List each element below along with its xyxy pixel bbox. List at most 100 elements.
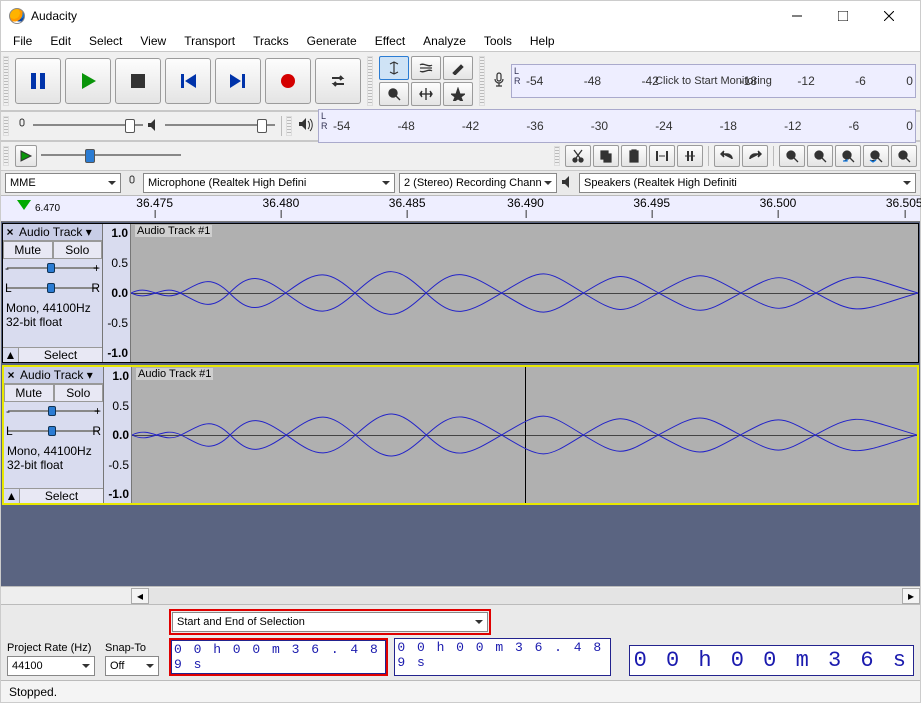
menu-tracks[interactable]: Tracks <box>245 32 297 50</box>
solo-button[interactable]: Solo <box>54 384 104 402</box>
selection-toolbar: Project Rate (Hz) 44100 Snap-To Off Star… <box>1 604 920 680</box>
zoom-toggle-button[interactable] <box>891 145 917 167</box>
ruler-tick: 36.490 <box>507 196 544 210</box>
scroll-right-button[interactable]: ▸ <box>902 588 920 604</box>
undo-toolbar <box>711 142 771 170</box>
toolbar-grip[interactable] <box>367 56 373 106</box>
track-close-button[interactable]: × <box>3 225 17 239</box>
audio-host-combo[interactable]: MME <box>5 173 121 193</box>
zoom-in-button[interactable] <box>779 145 805 167</box>
record-meter-block: LR -54-48-42-18-12-60 Click to Start Mon… <box>487 52 920 110</box>
scroll-left-button[interactable]: ◂ <box>131 588 149 604</box>
solo-button[interactable]: Solo <box>53 241 103 259</box>
horizontal-scrollbar[interactable]: ◂ ▸ <box>1 586 920 604</box>
close-button[interactable] <box>866 1 912 31</box>
pan-slider[interactable] <box>7 282 98 296</box>
playback-device-combo[interactable]: Speakers (Realtek High Definiti <box>579 173 916 193</box>
mic-icon[interactable] <box>491 72 507 91</box>
menu-tools[interactable]: Tools <box>476 32 520 50</box>
toolbar-grip[interactable] <box>3 56 9 106</box>
skip-start-button[interactable] <box>165 58 211 104</box>
loop-button[interactable] <box>315 58 361 104</box>
play-at-speed-button[interactable] <box>15 145 37 167</box>
menu-select[interactable]: Select <box>81 32 130 50</box>
toolbar-grip[interactable] <box>3 146 9 166</box>
cut-button[interactable] <box>565 145 591 167</box>
playback-volume-slider[interactable] <box>165 117 275 135</box>
waveform-display[interactable]: Audio Track #1 <box>132 367 917 503</box>
mute-button[interactable]: Mute <box>3 241 53 259</box>
play-button[interactable] <box>65 58 111 104</box>
playhead-icon[interactable] <box>17 200 31 217</box>
record-meter[interactable]: LR -54-48-42-18-12-60 Click to Start Mon… <box>511 64 916 98</box>
status-text: Stopped. <box>9 685 57 699</box>
playback-meter[interactable]: LR -54-48-42-36-30-24-18-12-60 <box>318 109 916 143</box>
multi-tool-button[interactable] <box>443 82 473 106</box>
ruler-tick: 36.475 <box>136 196 173 210</box>
toolbar-grip[interactable] <box>3 116 9 136</box>
menu-effect[interactable]: Effect <box>367 32 413 50</box>
menu-edit[interactable]: Edit <box>42 32 79 50</box>
envelope-tool-button[interactable] <box>411 56 441 80</box>
snap-to-combo[interactable]: Off <box>105 656 159 676</box>
record-channels-combo[interactable]: 2 (Stereo) Recording Chann <box>399 173 557 193</box>
record-volume-slider[interactable] <box>33 117 143 135</box>
paste-button[interactable] <box>621 145 647 167</box>
menu-generate[interactable]: Generate <box>299 32 365 50</box>
fit-project-button[interactable] <box>863 145 889 167</box>
mute-button[interactable]: Mute <box>4 384 54 402</box>
selection-tool-button[interactable] <box>379 56 409 80</box>
zoom-tool-button[interactable] <box>379 82 409 106</box>
vertical-scale[interactable]: 1.00.50.0-0.5-1.0 <box>103 224 131 362</box>
copy-button[interactable] <box>593 145 619 167</box>
speaker-icon[interactable] <box>298 117 314 136</box>
audio-position-time[interactable]: 0 0 h 0 0 m 3 6 s <box>629 645 914 676</box>
gain-slider[interactable] <box>8 405 99 419</box>
tools-toolbar <box>375 52 477 110</box>
track-select-button[interactable]: Select <box>19 348 102 362</box>
minimize-button[interactable] <box>774 1 820 31</box>
vertical-scale[interactable]: 1.00.50.0-0.5-1.0 <box>104 367 132 503</box>
pan-slider[interactable] <box>8 425 99 439</box>
selection-start-time[interactable]: 0 0 h 0 0 m 3 6 . 4 8 9 s <box>171 640 386 674</box>
trim-button[interactable] <box>649 145 675 167</box>
track-2: ×Audio Track ▾ MuteSolo Mono, 44100Hz32-… <box>2 365 919 505</box>
track-1: ×Audio Track ▾ MuteSolo Mono, 44100Hz32-… <box>2 223 919 363</box>
menu-view[interactable]: View <box>132 32 174 50</box>
track-menu-button[interactable]: Audio Track ▾ <box>18 367 103 383</box>
collapse-button[interactable]: ▲ <box>4 489 20 503</box>
selection-mode-combo[interactable]: Start and End of Selection <box>172 612 488 632</box>
gain-slider[interactable] <box>7 262 98 276</box>
maximize-button[interactable] <box>820 1 866 31</box>
silence-button[interactable] <box>677 145 703 167</box>
play-speed-slider[interactable] <box>41 147 181 165</box>
timeshift-tool-button[interactable] <box>411 82 441 106</box>
stop-button[interactable] <box>115 58 161 104</box>
record-meter-hint[interactable]: Click to Start Monitoring <box>655 75 772 87</box>
zoom-out-button[interactable] <box>807 145 833 167</box>
record-device-combo[interactable]: Microphone (Realtek High Defini <box>143 173 395 193</box>
menu-help[interactable]: Help <box>522 32 563 50</box>
project-rate-combo[interactable]: 44100 <box>7 656 95 676</box>
waveform-display[interactable]: Audio Track #1 <box>131 224 918 362</box>
track-select-button[interactable]: Select <box>20 489 103 503</box>
menu-transport[interactable]: Transport <box>176 32 243 50</box>
timeline-ruler[interactable]: 6.470 36.475 36.480 36.485 36.490 36.495… <box>1 196 920 222</box>
track-menu-button[interactable]: Audio Track ▾ <box>17 224 102 240</box>
pause-button[interactable] <box>15 58 61 104</box>
toolbar-grip[interactable] <box>554 146 560 166</box>
draw-tool-button[interactable] <box>443 56 473 80</box>
collapse-button[interactable]: ▲ <box>3 348 19 362</box>
undo-button[interactable] <box>714 145 740 167</box>
skip-end-button[interactable] <box>215 58 261 104</box>
record-button[interactable] <box>265 58 311 104</box>
toolbar-grip[interactable] <box>479 56 485 106</box>
title-bar: Audacity <box>1 1 920 31</box>
fit-selection-button[interactable] <box>835 145 861 167</box>
menu-analyze[interactable]: Analyze <box>415 32 474 50</box>
menu-file[interactable]: File <box>5 32 40 50</box>
track-close-button[interactable]: × <box>4 368 18 382</box>
toolbar-grip[interactable] <box>286 116 292 136</box>
redo-button[interactable] <box>742 145 768 167</box>
selection-end-time[interactable]: 0 0 h 0 0 m 3 6 . 4 8 9 s <box>394 638 610 676</box>
